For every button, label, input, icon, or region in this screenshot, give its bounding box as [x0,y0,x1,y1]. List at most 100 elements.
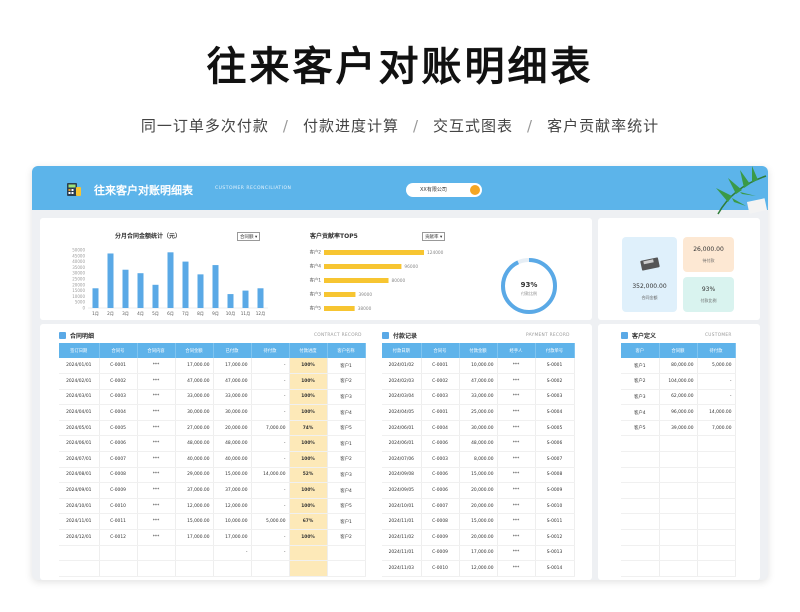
table-cell: 37,000.00 [213,482,252,499]
column-header: 合同号 [421,343,460,358]
y-tick-label: 45000 [72,253,85,258]
app-title: 往来客户对账明细表 [94,184,193,197]
stat-value: 26,000.00 [693,246,724,253]
table-cell: 12,000.00 [175,498,214,515]
table-cell: 20,000.00 [459,482,498,499]
table-row: 客户2 104,000.00- [621,373,736,390]
table-row: 2024/09/01 C-0009 *** 37,000.00 37,000.00-10… [59,482,366,499]
stat-label: 付款比例 [700,298,717,303]
customers-title: 客户定义 [632,333,657,340]
chevron-down-icon: ▾ [439,235,443,240]
data-label: 39000 [358,292,372,298]
table-cell: 100% [289,451,328,468]
table-cell: 2024/11/02 [382,529,422,546]
table-cell [659,451,698,468]
table-cell: 2024/03/04 [382,389,422,406]
bar-1月 [92,288,99,308]
table-cell: 40,000.00 [175,451,214,468]
y-tick-label: 20000 [72,282,85,287]
table-cell [99,560,138,577]
stat-label: 待付款 [702,258,715,263]
table-cell: C-0003 [421,451,460,468]
table-row: 2024/04/05 C-0001 25,000.00 *** S-0004 [382,404,575,421]
table-cell: 12,000.00 [213,498,252,515]
category-label: 客户3 [310,291,322,298]
payments-section-title: 付款记录 [382,331,417,340]
column-header: 经手人 [497,343,536,358]
table-cell [659,560,698,577]
table-row: 客户5 39,000.00 7,000.00 [621,420,736,437]
table-cell: C-0007 [99,451,138,468]
table-cell: 15,000.00 [213,467,252,484]
table-cell [697,435,736,453]
table-cell [621,482,660,499]
table-cell [621,451,660,468]
table-row: 2024/11/01 C-0009 17,000.00 *** S-0013 [382,545,575,562]
table-cell [289,560,328,577]
y-tick-label: 10000 [72,294,85,299]
column-header: 合同额 [659,343,698,358]
x-tick-label: 1月 [92,311,99,317]
contracts-section-en: CONTRACT RECORD [314,333,362,338]
table-cell: 客户3 [327,389,366,406]
table-cell: C-0009 [99,482,138,499]
customers-section-en: CUSTOMER [705,333,732,338]
page-title: 往来客户对账明细表 [206,44,594,90]
table-cell: 48,000.00 [175,435,214,453]
bar-客户2 [324,250,424,255]
table-cell: *** [497,482,536,499]
table-cell [99,545,138,562]
table-cell: 100% [289,498,328,515]
table-icon [382,332,389,339]
table-cell [213,560,252,577]
spreadsheet-window: 往来客户对账明细表 CUSTOMER RECONCILIATION XX有限公司… [32,166,768,580]
feature-item: 付款进度计算 [302,117,399,135]
column-header: 已付款 [213,343,252,358]
table-cell [59,545,100,562]
table-icon [59,332,66,339]
table-cell: 2024/06/01 [382,420,422,437]
y-tick-label: 50000 [72,248,85,253]
table-row [621,467,736,484]
table-cell: *** [137,451,176,468]
table-cell: 30,000.00 [213,404,252,421]
company-selector[interactable]: XX有限公司 [406,183,482,197]
table-row [621,513,736,531]
table-cell: 客户1 [327,435,366,453]
table-cell: 2024/11/01 [382,545,422,562]
calculator-icon [640,257,660,271]
feature-item: 同一订单多次付款 [140,117,269,135]
table-cell: 48,000.00 [213,435,252,453]
table-cell: 74% [289,420,328,437]
y-tick-label: 40000 [72,259,85,264]
table-cell [659,513,698,531]
contracts-title: 合同明细 [70,333,95,340]
table-row: 2024/03/04 C-0003 33,000.00 *** S-0003 [382,389,575,406]
monthly-chart-title: 分月合同金额统计（元） [115,233,182,240]
table-cell: S-0013 [535,545,575,562]
table-row: 2024/11/03 C-0010 12,000.00 *** S-0014 [382,560,575,577]
table-cell [175,545,214,562]
table-cell: *** [497,373,536,390]
table-cell [327,545,366,562]
table-cell: 15,000.00 [175,513,214,531]
table-cell: S-0004 [535,404,575,421]
table-cell [659,482,698,499]
x-tick-label: 7月 [182,311,189,317]
table-cell: *** [497,467,536,484]
top5-chart-dropdown[interactable]: 贡献率 ▾ [422,232,446,241]
monthly-chart-dropdown[interactable]: 合同额 ▾ [237,232,261,241]
stat-label: 合同金额 [641,295,658,300]
table-cell: 2024/01/02 [382,358,422,375]
table-cell: 48,000.00 [459,435,498,453]
table-cell: C-0003 [421,389,460,406]
feature-separator: / [282,117,289,135]
table-cell: 2024/07/06 [382,451,422,468]
calculator-icon [67,183,81,196]
table-cell: *** [497,529,536,546]
bar-5月 [152,284,159,308]
table-cell: C-0001 [421,358,460,375]
bar-客户1 [324,278,389,283]
table-cell: 17,000.00 [213,358,252,375]
table-cell: 100% [289,529,328,546]
